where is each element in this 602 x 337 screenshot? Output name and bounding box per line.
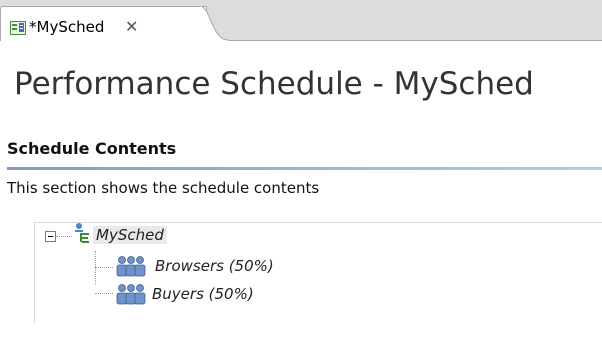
section-description: This section shows the schedule contents (7, 179, 320, 197)
schedule-editor-icon (10, 20, 26, 36)
tree-connector (95, 293, 113, 294)
editor-tab-label: *MySched (29, 18, 105, 36)
user-group-icon (114, 255, 148, 281)
page-title: Performance Schedule - MySched (14, 66, 534, 102)
schedule-icon (72, 222, 92, 248)
user-group-icon (114, 283, 148, 309)
tree-node-browsers[interactable]: Browsers (50%) (155, 257, 274, 275)
tree-connector (95, 251, 96, 285)
editor-tab-mysched[interactable]: *MySched ✕ (0, 6, 207, 41)
tree-connector (56, 236, 72, 237)
tree-node-buyers[interactable]: Buyers (50%) (152, 285, 254, 303)
collapse-icon[interactable] (45, 231, 56, 242)
tree-node-mysched[interactable]: MySched (93, 226, 167, 244)
tab-edge (200, 6, 229, 41)
close-icon[interactable]: ✕ (125, 17, 138, 36)
section-divider (7, 167, 602, 170)
section-title: Schedule Contents (7, 139, 177, 158)
tree-connector (95, 267, 113, 268)
